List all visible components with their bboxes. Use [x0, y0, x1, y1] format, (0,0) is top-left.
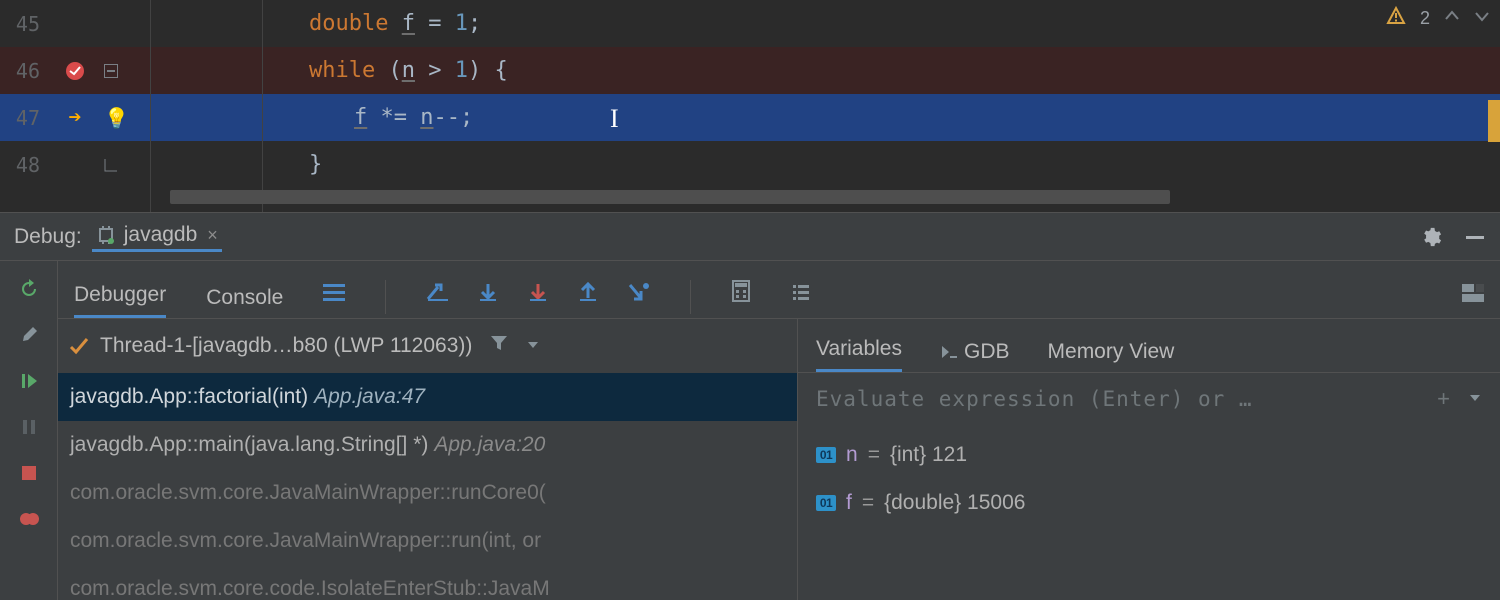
text-cursor-icon: I [610, 104, 619, 134]
trace-icon[interactable] [791, 282, 811, 318]
add-watch-icon[interactable]: + [1437, 386, 1450, 412]
step-out-icon[interactable] [578, 282, 598, 308]
rerun-icon[interactable] [17, 277, 41, 301]
breakpoint-icon[interactable] [50, 60, 100, 82]
layout-settings-icon[interactable] [1462, 284, 1484, 318]
type-badge: 01 [816, 447, 836, 463]
code-line[interactable]: 46 while (n > 1) { [0, 47, 1500, 94]
stack-frame[interactable]: com.oracle.svm.core.code.IsolateEnterStu… [58, 565, 797, 600]
intention-bulb-icon[interactable]: 💡 [100, 106, 164, 130]
show-exec-point-icon[interactable] [426, 282, 448, 308]
threads-icon[interactable] [323, 282, 345, 318]
fold-end-icon[interactable] [100, 158, 164, 172]
line-number: 48 [0, 153, 50, 177]
debug-toolwindow-header: Debug: javagdb × [0, 212, 1500, 261]
chevron-down-icon[interactable] [1468, 388, 1482, 411]
tab-debugger[interactable]: Debugger [74, 283, 166, 318]
prev-problem-icon[interactable] [1444, 8, 1460, 29]
debug-toolwindow: Debugger Console [0, 261, 1500, 600]
checkmark-icon [68, 335, 90, 357]
stack-frame[interactable]: com.oracle.svm.core.JavaMainWrapper::run… [58, 517, 797, 565]
execution-point-icon: ➔ [50, 105, 100, 130]
variables-panel: Variables GDB Memory View Evaluate expre… [798, 319, 1500, 600]
close-tab-icon[interactable]: × [207, 225, 218, 246]
stack-frame[interactable]: javagdb.App::main(java.lang.String[] *) … [58, 421, 797, 469]
variables-list[interactable]: 01 n = {int} 121 01 f = {double} 15006 [798, 425, 1500, 533]
type-badge: 01 [816, 495, 836, 511]
warning-icon [1386, 6, 1406, 31]
tab-console[interactable]: Console [206, 286, 283, 318]
run-to-cursor-icon[interactable] [628, 282, 650, 308]
step-over-icon[interactable] [478, 282, 498, 308]
view-breakpoints-icon[interactable] [17, 507, 41, 531]
debug-subtabs: Debugger Console [58, 261, 1500, 319]
step-into-icon[interactable] [528, 282, 548, 308]
resume-icon[interactable] [17, 369, 41, 393]
evaluate-input[interactable]: Evaluate expression (Enter) or … [816, 387, 1419, 411]
modify-config-icon[interactable] [17, 323, 41, 347]
debug-left-rail [0, 261, 58, 600]
debug-title: Debug: [14, 225, 82, 249]
settings-icon[interactable] [1420, 226, 1442, 248]
code-line-executing[interactable]: 47 ➔ 💡 f *= n--; [0, 94, 1500, 141]
stack-frame[interactable]: com.oracle.svm.core.JavaMainWrapper::run… [58, 469, 797, 517]
code-line[interactable]: 45 double f = 1; [0, 0, 1500, 47]
variable-row[interactable]: 01 n = {int} 121 [816, 431, 1482, 479]
run-config-tab[interactable]: javagdb × [92, 221, 222, 252]
code-line[interactable]: 48 } [0, 141, 1500, 188]
evaluate-expr-icon[interactable] [731, 280, 751, 318]
run-config-name: javagdb [124, 223, 198, 247]
fold-minus-icon[interactable] [100, 64, 164, 78]
stack-frame[interactable]: javagdb.App::factorial(int) App.java:47 [58, 373, 797, 421]
tab-gdb[interactable]: GDB [940, 340, 1010, 372]
minimize-icon[interactable] [1464, 226, 1486, 248]
pause-icon[interactable] [17, 415, 41, 439]
stack-frames-list[interactable]: javagdb.App::factorial(int) App.java:47 … [58, 373, 797, 600]
error-stripe-marker[interactable] [1488, 100, 1500, 142]
warning-count: 2 [1420, 8, 1430, 29]
chevron-down-icon[interactable] [526, 335, 540, 358]
thread-selector[interactable]: Thread-1-[javagdb…b80 (LWP 112063)) [58, 319, 797, 373]
line-number: 46 [0, 59, 50, 83]
chip-icon [96, 225, 116, 245]
horizontal-scrollbar[interactable] [170, 190, 1170, 204]
tab-variables[interactable]: Variables [816, 337, 902, 372]
code-editor[interactable]: 2 45 double f = 1; 46 while (n > 1) { 47 [0, 0, 1500, 212]
tab-memory-view[interactable]: Memory View [1048, 340, 1175, 372]
filter-icon[interactable] [490, 334, 508, 358]
variable-row[interactable]: 01 f = {double} 15006 [816, 479, 1482, 527]
line-number: 47 [0, 106, 50, 130]
next-problem-icon[interactable] [1474, 8, 1490, 29]
frames-panel: Thread-1-[javagdb…b80 (LWP 112063)) java… [58, 319, 798, 600]
thread-name: Thread-1-[javagdb…b80 (LWP 112063)) [100, 334, 472, 358]
stop-icon[interactable] [17, 461, 41, 485]
line-number: 45 [0, 12, 50, 36]
inspection-widget: 2 [1386, 6, 1490, 31]
